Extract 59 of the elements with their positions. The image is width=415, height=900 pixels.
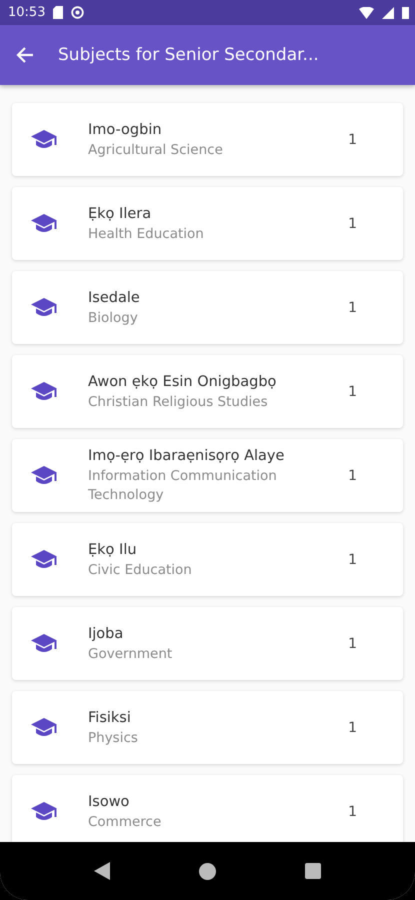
graduation-cap-icon [30, 212, 58, 234]
subject-card[interactable]: Ijoba Government 1 [12, 607, 403, 680]
subject-count: 1 [348, 804, 357, 820]
subject-name: Imo-ogbin [88, 120, 163, 140]
subject-english-name: Government [88, 644, 174, 664]
battery-icon [402, 6, 409, 19]
subject-english-name: Biology [88, 308, 139, 328]
subject-name: Fisiksi [88, 708, 132, 728]
subject-card[interactable]: Isedale Biology 1 [12, 271, 403, 344]
sim-card-icon [53, 6, 64, 19]
recents-square-icon [304, 863, 321, 879]
back-arrow-icon [16, 46, 34, 64]
subject-english-name: Commerce [88, 812, 162, 832]
subject-count: 1 [348, 720, 357, 736]
subject-name: Ẹkọ Ilu [88, 540, 138, 560]
graduation-cap-icon [30, 380, 58, 402]
wifi-icon [359, 6, 374, 18]
graduation-cap-icon [30, 128, 58, 150]
back-button[interactable] [16, 46, 34, 64]
subject-english-name: Information Communication Technology [88, 467, 278, 505]
subject-count: 1 [348, 384, 357, 400]
subject-count: 1 [348, 132, 357, 148]
subject-count: 1 [348, 216, 357, 232]
graduation-cap-icon [30, 464, 58, 486]
subject-name: Awon ẹkọ Esin Onigbagbọ [88, 372, 278, 392]
subject-card[interactable]: Ẹkọ Ilu Civic Education 1 [12, 523, 403, 596]
subject-count: 1 [348, 300, 357, 316]
subject-card[interactable]: Imo-ogbin Agricultural Science 1 [12, 103, 403, 176]
subject-name: Ẹkọ Ilera [88, 204, 152, 224]
subject-name: Ijoba [88, 624, 124, 644]
subject-card[interactable]: Ẹkọ Ilera Health Education 1 [12, 187, 403, 260]
status-time: 10:53 [8, 5, 46, 20]
graduation-cap-icon [30, 296, 58, 318]
triangle-back-icon [94, 862, 110, 880]
subject-name: Imọ-ẹrọ Ibaraẹnisọrọ Alaye [88, 447, 286, 466]
signal-icon [382, 6, 394, 18]
subject-english-name: Christian Religious Studies [88, 392, 269, 412]
subject-card[interactable]: Isowo Commerce 1 [12, 775, 403, 842]
subject-count: 1 [348, 636, 357, 652]
subject-english-name: Physics [88, 728, 139, 748]
home-circle-icon [198, 862, 216, 880]
graduation-cap-icon [30, 800, 58, 822]
screen-title: Subjects for Senior Secondar... [58, 45, 319, 65]
home-nav-button[interactable] [198, 862, 216, 880]
subject-card[interactable]: Awon ẹkọ Esin Onigbagbọ Christian Religious Studies 1 [12, 355, 403, 428]
subject-card[interactable]: Fisiksi Physics 1 [12, 691, 403, 764]
graduation-cap-icon [30, 716, 58, 738]
subject-name: Isowo [88, 792, 130, 812]
subject-card[interactable]: Imọ-ẹrọ Ibaraẹnisọrọ Alaye Information Communication Technology 1 [12, 439, 403, 512]
subject-english-name: Agricultural Science [88, 140, 224, 160]
subject-count: 1 [348, 468, 357, 484]
subject-english-name: Civic Education [88, 560, 193, 580]
subject-name: Isedale [88, 288, 141, 308]
subject-english-name: Health Education [88, 224, 205, 244]
graduation-cap-icon [30, 548, 58, 570]
back-nav-button[interactable] [94, 862, 110, 880]
subject-count: 1 [348, 552, 357, 568]
recents-nav-button[interactable] [304, 863, 321, 879]
graduation-cap-icon [30, 632, 58, 654]
